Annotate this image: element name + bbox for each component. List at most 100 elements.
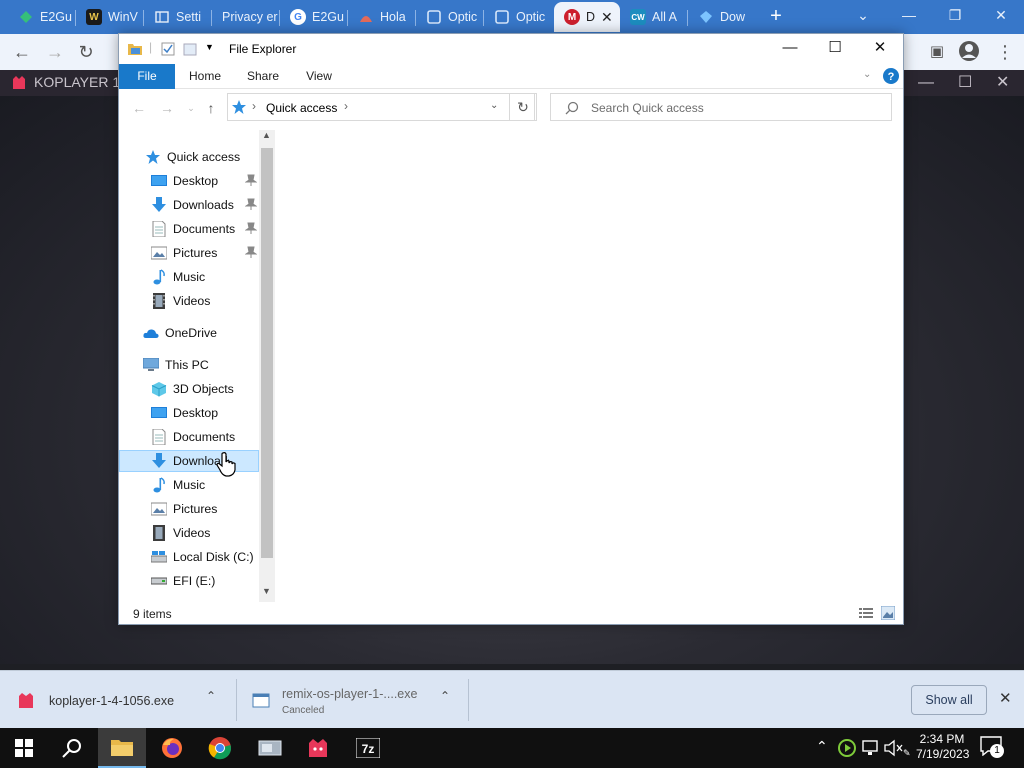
sidepanel-icon[interactable]: ▣ — [924, 40, 950, 64]
tab-label: All A — [652, 10, 678, 24]
nav-item-pictures[interactable]: Pictures — [119, 498, 259, 520]
nav-item-videos[interactable]: Videos — [119, 290, 259, 312]
up-icon[interactable]: ↑ — [201, 98, 221, 118]
minimize-icon[interactable]: — — [886, 0, 932, 32]
tab-file[interactable]: File — [119, 64, 175, 89]
nav-item-music[interactable]: Music — [119, 266, 259, 288]
browser-tab[interactable]: Setti — [144, 2, 212, 32]
browser-tab[interactable]: CW All A — [620, 2, 688, 32]
taskbar-chrome[interactable] — [196, 728, 244, 768]
browser-tab[interactable]: E2Gu — [8, 2, 76, 32]
control-panel-icon — [258, 740, 282, 756]
reload-icon[interactable]: ↻ — [73, 40, 99, 64]
nav-item-videos[interactable]: Videos — [119, 522, 259, 544]
tab-view[interactable]: View — [299, 64, 339, 89]
nav-scrollbar[interactable]: ▲ ▼ — [259, 130, 275, 602]
pen-tray-icon[interactable]: ✎ — [903, 748, 911, 759]
forward-icon[interactable]: → — [42, 40, 68, 64]
close-icon[interactable]: ✕ — [978, 0, 1024, 32]
close-tab-icon[interactable]: ✕ — [601, 9, 613, 26]
nav-item-documents[interactable]: Documents — [119, 218, 259, 240]
nav-item-desktop[interactable]: Desktop — [119, 402, 259, 424]
nav-item-efi-drive[interactable]: EFI (E:) — [119, 570, 259, 592]
minimize-icon[interactable]: — — [767, 34, 813, 64]
koplayer-close-icon[interactable]: ✕ — [996, 72, 1009, 92]
nav-item-downloads[interactable]: Downloads — [119, 194, 259, 216]
tab-home[interactable]: Home — [185, 64, 225, 89]
maximize-icon[interactable]: ☐ — [812, 34, 858, 64]
browser-tab[interactable]: Hola — [348, 2, 416, 32]
refresh-icon[interactable]: ↻ — [509, 93, 537, 121]
downloads-bar: koplayer-1-4-1056.exe ⌃ remix-os-player-… — [0, 670, 1024, 728]
koplayer-maximize-icon[interactable]: ☐ — [958, 72, 972, 92]
tab-share[interactable]: Share — [243, 64, 283, 89]
taskbar-app[interactable] — [246, 728, 294, 768]
taskbar-koplayer[interactable] — [294, 728, 342, 768]
taskbar-firefox[interactable] — [148, 728, 196, 768]
scroll-thumb[interactable] — [261, 148, 273, 558]
search-field[interactable]: Search Quick access — [550, 93, 892, 121]
help-icon[interactable]: ? — [883, 68, 899, 84]
browser-tab-active[interactable]: M D ✕ — [554, 2, 620, 32]
quick-access-star-icon — [145, 149, 161, 165]
restore-icon[interactable]: ❐ — [932, 0, 978, 32]
media-player-tray-icon[interactable] — [838, 739, 856, 757]
forward-icon[interactable]: → — [157, 98, 177, 118]
new-tab-button[interactable]: + — [764, 5, 788, 29]
address-bar[interactable]: › Quick access › ⌄ — [227, 93, 535, 121]
taskbar-file-explorer[interactable] — [98, 728, 146, 768]
koplayer-minimize-icon[interactable]: — — [918, 74, 934, 92]
downloads-icon — [151, 453, 167, 469]
network-icon[interactable] — [862, 740, 880, 756]
download-item[interactable]: koplayer-1-4-1056.exe ⌃ — [16, 679, 230, 723]
browser-tab[interactable]: Privacy er — [212, 2, 280, 32]
nav-item-downloads-selected[interactable]: Downloads — [119, 450, 259, 472]
customize-quick-access-icon[interactable]: ▼ — [205, 42, 214, 52]
volume-muted-icon[interactable] — [884, 739, 904, 757]
search-placeholder: Search Quick access — [591, 101, 704, 115]
diamond-favicon-icon — [698, 9, 714, 25]
recent-locations-icon[interactable]: ⌄ — [181, 98, 201, 118]
nav-quick-access[interactable]: Quick access — [119, 146, 259, 168]
browser-tab[interactable]: W WinV — [76, 2, 144, 32]
browser-tab[interactable]: Optic — [416, 2, 484, 32]
tab-search-icon[interactable]: ⌄ — [840, 0, 886, 32]
address-dropdown-icon[interactable]: ⌄ — [490, 100, 498, 111]
start-button[interactable] — [0, 728, 48, 768]
back-icon[interactable]: ← — [9, 40, 35, 64]
nav-this-pc[interactable]: This PC — [119, 354, 259, 376]
download-item[interactable]: remix-os-player-1-....exe Canceled ⌃ — [252, 679, 464, 723]
browser-tab[interactable]: G E2Gu — [280, 2, 348, 32]
address-path[interactable]: Quick access — [266, 101, 337, 115]
show-all-button[interactable]: Show all — [911, 685, 987, 715]
close-downloads-bar-icon[interactable]: ✕ — [999, 689, 1012, 707]
nav-onedrive[interactable]: OneDrive — [119, 322, 259, 344]
action-center-button[interactable]: 1 — [980, 736, 1006, 760]
expand-ribbon-icon[interactable]: ⌄ — [863, 69, 871, 80]
nav-item-documents[interactable]: Documents — [119, 426, 259, 448]
nav-item-music[interactable]: Music — [119, 474, 259, 496]
new-folder-icon[interactable] — [183, 42, 197, 56]
menu-icon[interactable]: ⋮ — [992, 40, 1018, 64]
videos-icon — [151, 525, 167, 541]
download-options-chevron-icon[interactable]: ⌃ — [206, 689, 216, 703]
details-view-icon[interactable] — [859, 607, 873, 619]
nav-item-desktop[interactable]: Desktop — [119, 170, 259, 192]
properties-icon[interactable] — [161, 42, 175, 56]
close-icon[interactable]: ✕ — [857, 34, 903, 64]
profile-avatar-icon[interactable] — [956, 40, 982, 64]
browser-tab[interactable]: Optic — [484, 2, 552, 32]
clock[interactable]: 2:34 PM 7/19/2023 — [916, 732, 969, 762]
scroll-up-icon[interactable]: ▲ — [262, 130, 271, 140]
download-options-chevron-icon[interactable]: ⌃ — [440, 689, 450, 703]
large-icons-view-icon[interactable] — [881, 606, 895, 620]
nav-item-local-disk[interactable]: Local Disk (C:) — [119, 546, 259, 568]
browser-tab[interactable]: Dow — [688, 2, 756, 32]
scroll-down-icon[interactable]: ▼ — [262, 586, 271, 596]
show-hidden-icons-chevron-icon[interactable]: ⌃ — [816, 738, 828, 755]
nav-item-3d-objects[interactable]: 3D Objects — [119, 378, 259, 400]
nav-item-pictures[interactable]: Pictures — [119, 242, 259, 264]
search-button[interactable] — [48, 728, 96, 768]
back-icon[interactable]: ← — [129, 98, 149, 118]
taskbar-7zip[interactable]: 7z — [344, 728, 392, 768]
